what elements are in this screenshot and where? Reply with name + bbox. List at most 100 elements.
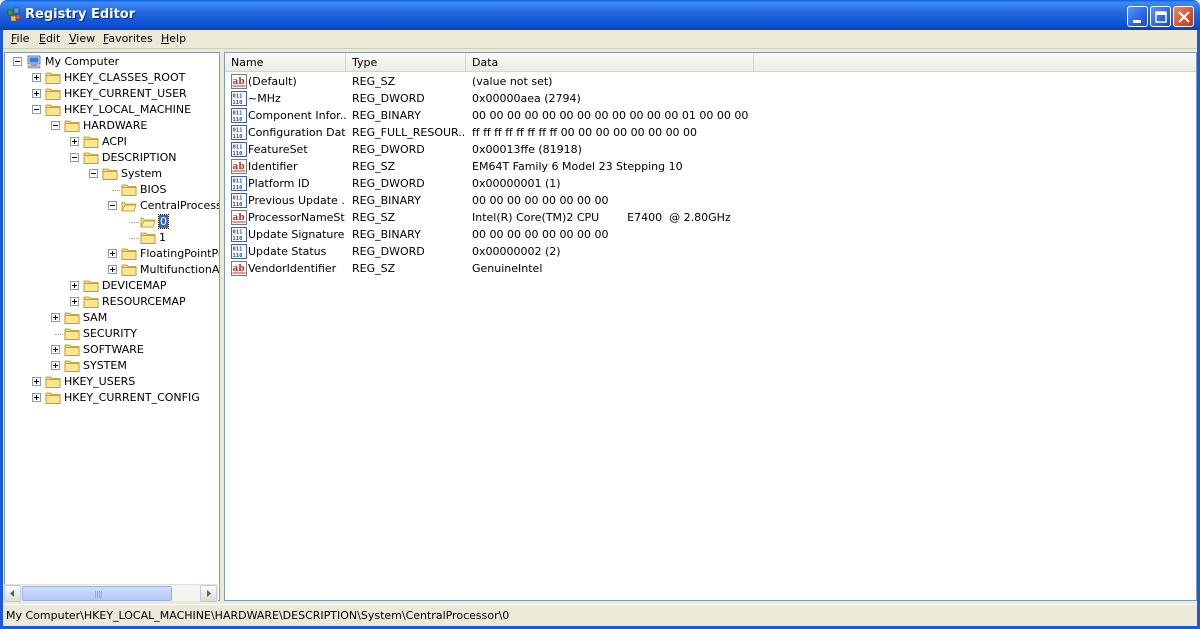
tree-node[interactable]: HKEY_CLASSES_ROOT <box>5 70 219 86</box>
tree-node-label[interactable]: DESCRIPTION <box>102 151 176 164</box>
tree-node[interactable]: ACPI <box>5 134 219 150</box>
tree-node[interactable]: MultifunctionAdapter <box>5 262 219 278</box>
column-header-name[interactable]: Name <box>225 53 346 72</box>
tree-node-label[interactable]: HARDWARE <box>83 119 147 132</box>
tree-node-label[interactable]: FloatingPointProcessor <box>140 247 219 260</box>
tree-node-label[interactable]: SECURITY <box>83 327 137 340</box>
collapse-icon[interactable] <box>51 121 60 130</box>
list-item[interactable]: ab VendorIdentifier REG_SZ GenuineIntel <box>225 260 1196 277</box>
tree-node[interactable]: BIOS <box>5 182 219 198</box>
tree-node[interactable]: My Computer <box>5 54 219 70</box>
list-item[interactable]: 011 110 Component Infor... REG_BINARY 00 00 … <box>225 107 1196 124</box>
key-tree-pane[interactable]: My Computer HKEY_CLASSES_ROOT HKEY_CURRENT… <box>4 52 220 601</box>
expand-icon[interactable] <box>70 297 79 306</box>
maximize-button[interactable] <box>1150 6 1171 27</box>
expand-icon[interactable] <box>70 281 79 290</box>
menu-file[interactable]: File <box>7 32 33 45</box>
tree-node[interactable]: DESCRIPTION <box>5 150 219 166</box>
values-list-pane[interactable]: Name Type Data ab (Default) REG_SZ (value n… <box>224 52 1197 601</box>
value-data: ff ff ff ff ff ff ff ff 00 00 00 00 00 0… <box>472 126 698 139</box>
tree-node[interactable]: DEVICEMAP <box>5 278 219 294</box>
collapse-icon[interactable] <box>108 201 117 210</box>
tree-node[interactable]: CentralProcessor <box>5 198 219 214</box>
collapse-icon[interactable] <box>13 57 22 66</box>
menu-favorites[interactable]: Favorites <box>99 32 157 45</box>
tree-node[interactable]: HKEY_CURRENT_USER <box>5 86 219 102</box>
list-item[interactable]: ab Identifier REG_SZ EM64T Family 6 Model 2… <box>225 158 1196 175</box>
tree-node-label[interactable]: 0 <box>158 214 169 229</box>
scroll-thumb[interactable] <box>22 586 172 601</box>
tree-node-label[interactable]: HKEY_LOCAL_MACHINE <box>64 103 191 116</box>
column-header-data[interactable]: Data <box>466 53 754 72</box>
tree-node[interactable]: 1 <box>5 230 219 246</box>
tree-node-label[interactable]: My Computer <box>45 55 119 68</box>
tree-node[interactable]: RESOURCEMAP <box>5 294 219 310</box>
expand-icon[interactable] <box>108 265 117 274</box>
tree-node[interactable]: SYSTEM <box>5 358 219 374</box>
collapse-icon[interactable] <box>32 105 41 114</box>
expand-icon[interactable] <box>51 361 60 370</box>
collapse-icon[interactable] <box>89 169 98 178</box>
scroll-left-button[interactable] <box>4 585 21 602</box>
tree-node-label[interactable]: HKEY_CURRENT_USER <box>64 87 187 100</box>
expand-icon[interactable] <box>108 249 117 258</box>
tree-node-label[interactable]: RESOURCEMAP <box>102 295 186 308</box>
list-item[interactable]: 011 110 Platform ID REG_DWORD 0x00000001 (1) <box>225 175 1196 192</box>
tree-connector <box>131 238 139 239</box>
menu-edit[interactable]: Edit <box>35 32 64 45</box>
tree-node[interactable]: FloatingPointProcessor <box>5 246 219 262</box>
minimize-button[interactable] <box>1127 6 1148 27</box>
tree-node-label[interactable]: ACPI <box>102 135 127 148</box>
list-item[interactable]: 011 110 FeatureSet REG_DWORD 0x00013ffe (819… <box>225 141 1196 158</box>
tree-node[interactable]: System <box>5 166 219 182</box>
title-bar[interactable]: Registry Editor <box>0 0 1200 30</box>
menu-help[interactable]: Help <box>157 32 190 45</box>
scroll-right-button[interactable] <box>200 585 217 602</box>
list-item[interactable]: ab ProcessorNameSt... REG_SZ Intel(R) Core(… <box>225 209 1196 226</box>
tree-node-label[interactable]: SYSTEM <box>83 359 127 372</box>
expand-icon[interactable] <box>32 73 41 82</box>
folder-open-icon <box>121 199 137 213</box>
tree-node[interactable]: 0 <box>5 214 219 230</box>
list-item[interactable]: 011 110 Update Signature REG_BINARY 00 00 00… <box>225 226 1196 243</box>
collapse-icon[interactable] <box>70 153 79 162</box>
tree-node-label[interactable]: HKEY_CLASSES_ROOT <box>64 71 185 84</box>
tree-node-label[interactable]: MultifunctionAdapter <box>140 263 219 276</box>
tree-node[interactable]: SOFTWARE <box>5 342 219 358</box>
svg-text:110: 110 <box>233 236 243 242</box>
tree-node-label[interactable]: DEVICEMAP <box>102 279 166 292</box>
column-header-type[interactable]: Type <box>346 53 466 72</box>
tree-node-label[interactable]: System <box>121 167 162 180</box>
menu-view[interactable]: View <box>65 32 99 45</box>
list-item[interactable]: 011 110 ~MHz REG_DWORD 0x00000aea (2794) <box>225 90 1196 107</box>
tree-node-label[interactable]: SOFTWARE <box>83 343 144 356</box>
tree-node[interactable]: SECURITY <box>5 326 219 342</box>
expand-icon[interactable] <box>70 137 79 146</box>
tree-node-label[interactable]: 1 <box>159 231 166 244</box>
tree-node[interactable]: HKEY_CURRENT_CONFIG <box>5 390 219 406</box>
expand-icon[interactable] <box>32 377 41 386</box>
expand-icon[interactable] <box>51 313 60 322</box>
tree-node-label[interactable]: CentralProcessor <box>140 199 219 212</box>
value-data: 00 00 00 00 00 00 00 00 <box>472 194 609 207</box>
expand-icon[interactable] <box>32 89 41 98</box>
tree-node[interactable]: SAM <box>5 310 219 326</box>
tree-horizontal-scrollbar[interactable] <box>4 584 218 602</box>
list-item[interactable]: 011 110 Update Status REG_DWORD 0x00000002 (… <box>225 243 1196 260</box>
tree-node[interactable]: HKEY_USERS <box>5 374 219 390</box>
grip-icon <box>95 591 103 598</box>
tree-node-label[interactable]: HKEY_CURRENT_CONFIG <box>64 391 200 404</box>
folder-open-icon <box>140 215 156 229</box>
expand-icon[interactable] <box>32 393 41 402</box>
expand-icon[interactable] <box>51 345 60 354</box>
list-item[interactable]: 011 110 Previous Update ... REG_BINARY 00 00… <box>225 192 1196 209</box>
list-item[interactable]: ab (Default) REG_SZ (value not set) <box>225 73 1196 90</box>
tree-node-label[interactable]: HKEY_USERS <box>64 375 135 388</box>
tree-node[interactable]: HARDWARE <box>5 118 219 134</box>
close-button[interactable] <box>1173 6 1194 27</box>
svg-text:110: 110 <box>233 185 243 191</box>
tree-node-label[interactable]: BIOS <box>140 183 166 196</box>
tree-node[interactable]: HKEY_LOCAL_MACHINE <box>5 102 219 118</box>
list-item[interactable]: 011 110 Configuration Data REG_FULL_RESOUR.… <box>225 124 1196 141</box>
tree-node-label[interactable]: SAM <box>83 311 107 324</box>
